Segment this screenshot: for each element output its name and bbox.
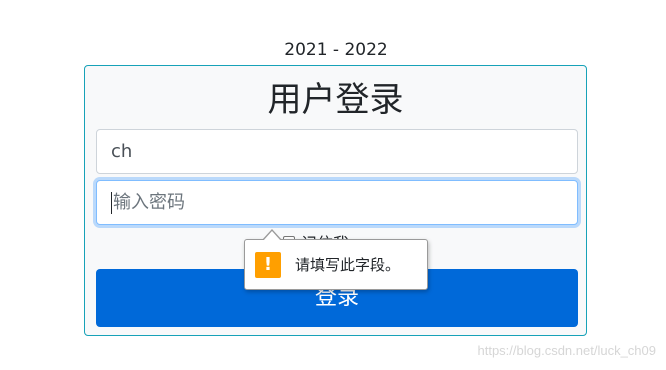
password-placeholder: 输入密码: [113, 192, 185, 213]
username-value: ch: [111, 141, 133, 162]
login-card: 用户登录 ch 输入密码 记住我 登录: [84, 65, 587, 336]
validation-message: 请填写此字段。: [295, 256, 401, 274]
year-range-text: 2021 - 2022: [284, 40, 388, 60]
validation-tooltip: ! 请填写此字段。: [244, 239, 428, 290]
text-caret: [111, 192, 112, 214]
username-input[interactable]: ch: [96, 129, 578, 174]
login-page: 2021 - 2022 用户登录 ch 输入密码 记住我 登录 ! 请填写此字段…: [0, 0, 666, 370]
page-title: 用户登录: [267, 80, 404, 120]
warning-icon: !: [255, 251, 281, 278]
password-input[interactable]: 输入密码: [96, 180, 578, 225]
tooltip-arrow-fill: [263, 231, 281, 241]
watermark: https://blog.csdn.net/luck_ch09: [477, 343, 656, 358]
